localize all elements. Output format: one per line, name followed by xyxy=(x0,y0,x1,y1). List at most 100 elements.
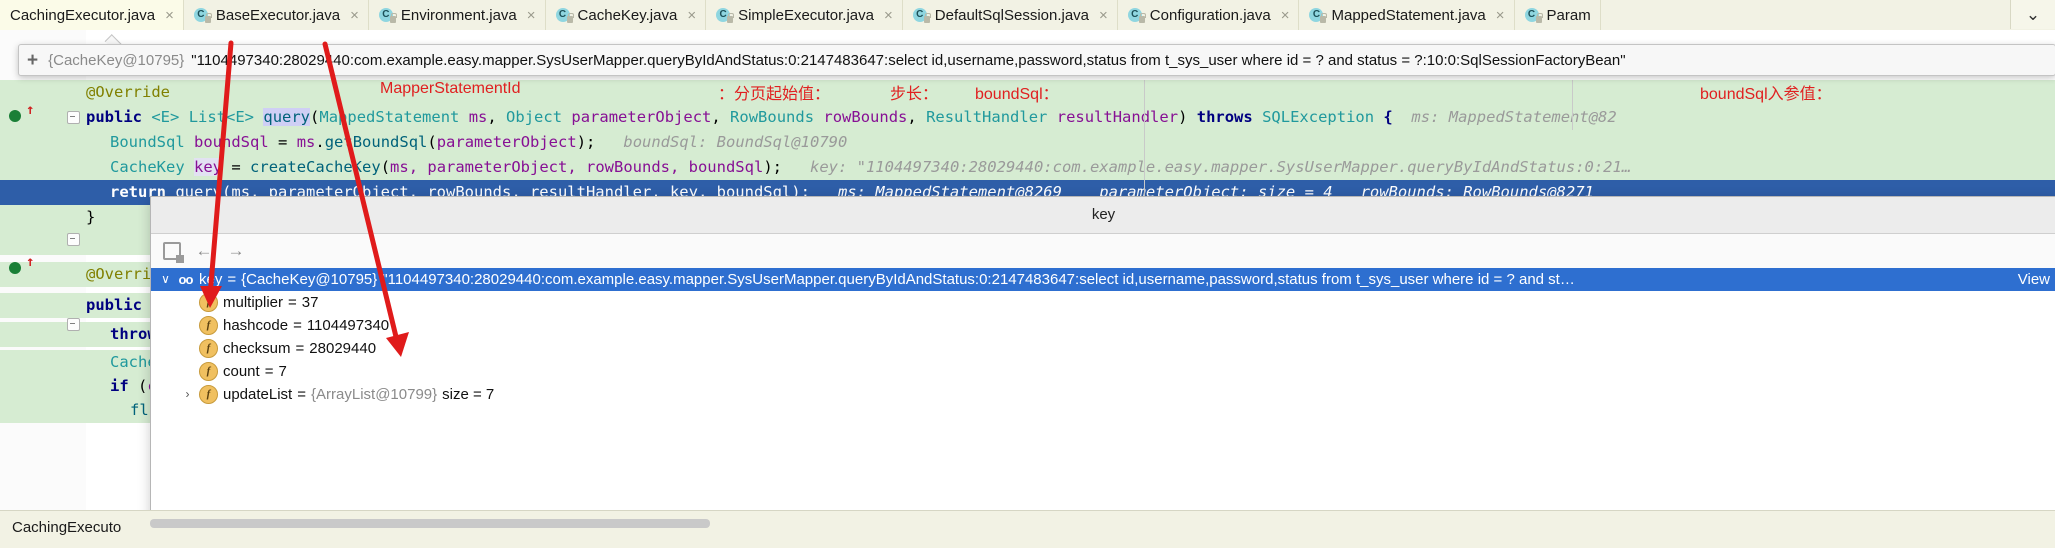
chevron-right-icon[interactable]: › xyxy=(181,383,194,406)
java-class-icon: C xyxy=(555,7,574,23)
breakpoint-icon-1[interactable] xyxy=(9,110,21,122)
fold-toggle-1[interactable] xyxy=(67,111,80,124)
annotation-boundsql-param-value: boundSql入参值： xyxy=(1700,86,1832,103)
field-icon: f xyxy=(199,362,218,381)
tab-configuration[interactable]: C Configuration.java × xyxy=(1118,0,1300,30)
variable-name: updateList xyxy=(223,386,293,403)
expand-icon[interactable]: + xyxy=(27,51,38,70)
java-class-icon: C xyxy=(1524,7,1543,23)
variable-equals: = xyxy=(288,294,297,311)
tab-caching-executor[interactable]: CachingExecutor.java × xyxy=(0,0,184,30)
variable-name: hashcode xyxy=(223,317,289,334)
java-class-icon: C xyxy=(716,7,735,23)
java-class-icon: C xyxy=(1127,7,1146,23)
close-icon[interactable]: × xyxy=(1281,8,1290,23)
variable-value: 37 xyxy=(301,294,319,311)
view-link[interactable]: View xyxy=(2018,268,2050,291)
close-icon[interactable]: × xyxy=(1496,8,1505,23)
annotation-mapper-statement-id: MapperStatementId xyxy=(380,80,521,97)
java-class-icon: C xyxy=(378,7,397,23)
tab-label: CachingExecutor.java xyxy=(10,6,156,24)
tab-label: MappedStatement.java xyxy=(1331,6,1486,24)
close-icon[interactable]: × xyxy=(1099,8,1108,23)
variable-value: 7 xyxy=(278,363,287,380)
chevron-down-icon[interactable]: ∨ xyxy=(159,268,172,291)
tab-default-sql-session[interactable]: C DefaultSqlSession.java × xyxy=(903,0,1118,30)
value-popup-value: "1104497340:28029440:com.example.easy.ma… xyxy=(191,51,1626,69)
debugger-toolbar[interactable]: ← → xyxy=(151,234,2055,269)
field-icon: f xyxy=(199,385,218,404)
fold-toggle-2[interactable] xyxy=(67,233,80,246)
tab-label: BaseExecutor.java xyxy=(215,6,341,24)
editor-tab-bar: CachingExecutor.java × C BaseExecutor.ja… xyxy=(0,0,2055,31)
tab-label: CacheKey.java xyxy=(577,6,678,24)
close-icon[interactable]: × xyxy=(350,8,359,23)
variable-ref: {CacheKey@10795} xyxy=(241,271,378,288)
variable-equals: = xyxy=(297,386,306,403)
run-arrow-icon-1[interactable]: ↑ xyxy=(26,102,34,118)
horizontal-scrollbar[interactable] xyxy=(150,519,2055,528)
value-tooltip-popup[interactable]: + {CacheKey@10795} "1104497340:28029440:… xyxy=(18,44,2055,76)
tab-mapped-statement[interactable]: C MappedStatement.java × xyxy=(1299,0,1515,30)
breadcrumb[interactable]: CachingExecuto xyxy=(12,519,121,536)
inlay-divider-2 xyxy=(1572,80,1573,130)
tab-label: Configuration.java xyxy=(1149,6,1271,24)
tab-base-executor[interactable]: C BaseExecutor.java × xyxy=(184,0,369,30)
back-arrow-icon[interactable]: ← xyxy=(195,242,213,260)
variable-value: size = 7 xyxy=(442,386,495,403)
variable-name: multiplier xyxy=(223,294,284,311)
variable-equals: = xyxy=(264,363,274,380)
variable-name: key xyxy=(199,271,223,288)
debugger-row-multiplier[interactable]: f multiplier = 37 xyxy=(151,291,2055,314)
code-line-boundsql: BoundSql boundSql = ms.getBoundSql(param… xyxy=(0,130,2055,155)
variable-value: 1104497340 xyxy=(306,317,390,334)
java-class-icon: C xyxy=(193,7,212,23)
variable-ref: {ArrayList@10799} xyxy=(311,386,438,403)
field-icon: f xyxy=(199,339,218,358)
tab-label: Param xyxy=(1546,6,1591,24)
tab-label: Environment.java xyxy=(400,6,517,24)
variable-equals: = xyxy=(293,317,302,334)
fold-toggle-3[interactable] xyxy=(67,318,80,331)
variable-value: "1104497340:28029440:com.example.easy.ma… xyxy=(382,271,1575,288)
debugger-row-count[interactable]: f count = 7 xyxy=(151,360,2055,383)
debugger-row-key[interactable]: ∨ oo key = {CacheKey@10795} "1104497340:… xyxy=(151,268,2055,291)
tab-param[interactable]: C Param xyxy=(1515,0,1601,30)
debugger-value-panel[interactable]: key ← → ∨ oo key = {CacheKey@10795} "110… xyxy=(150,196,2055,528)
scrollbar-thumb[interactable] xyxy=(150,519,710,528)
value-popup-ref: {CacheKey@10795} xyxy=(48,51,185,69)
debugger-row-checksum[interactable]: f checksum = 28029440 xyxy=(151,337,2055,360)
close-icon[interactable]: × xyxy=(687,8,696,23)
java-class-icon: C xyxy=(1309,7,1328,23)
debugger-row-updatelist[interactable]: › f updateList = {ArrayList@10799} size … xyxy=(151,383,2055,406)
tab-environment[interactable]: C Environment.java × xyxy=(369,0,546,30)
tab-simple-executor[interactable]: C SimpleExecutor.java × xyxy=(706,0,903,30)
variable-equals: = xyxy=(227,271,237,288)
annotation-boundsql: boundSql： xyxy=(975,86,1059,103)
close-icon[interactable]: × xyxy=(884,8,893,23)
status-bar: CachingExecuto xyxy=(0,510,2055,548)
variable-name: checksum xyxy=(223,340,291,357)
debugger-row-hashcode[interactable]: f hashcode = 1104497340 xyxy=(151,314,2055,337)
code-line-query-signature: public <E> List<E> query(MappedStatement… xyxy=(0,105,2055,130)
run-arrow-icon-2[interactable]: ↑ xyxy=(26,254,34,270)
close-icon[interactable]: × xyxy=(165,8,174,23)
tab-label: DefaultSqlSession.java xyxy=(934,6,1090,24)
variable-equals: = xyxy=(295,340,305,357)
inlay-divider-1 xyxy=(1144,80,1145,205)
forward-arrow-icon[interactable]: → xyxy=(227,242,245,260)
annotation-page-start-value: ：分页起始值： xyxy=(718,86,831,103)
tab-overflow-chevron-down-icon[interactable]: ⌄ xyxy=(2010,0,2055,29)
close-icon[interactable]: × xyxy=(527,8,536,23)
java-class-icon: C xyxy=(912,7,931,23)
annotation-step-length: 步长： xyxy=(890,86,939,103)
field-icon: f xyxy=(199,293,218,312)
tab-label: SimpleExecutor.java xyxy=(738,6,874,24)
copy-value-icon[interactable] xyxy=(163,242,184,263)
field-icon: f xyxy=(199,316,218,335)
debugger-variable-tree[interactable]: ∨ oo key = {CacheKey@10795} "1104497340:… xyxy=(151,268,2055,527)
variable-value: 28029440 xyxy=(309,340,377,357)
breakpoint-icon-2[interactable] xyxy=(9,262,21,274)
tab-cache-key[interactable]: C CacheKey.java × xyxy=(546,0,707,30)
debugger-panel-title: key xyxy=(151,197,2055,234)
